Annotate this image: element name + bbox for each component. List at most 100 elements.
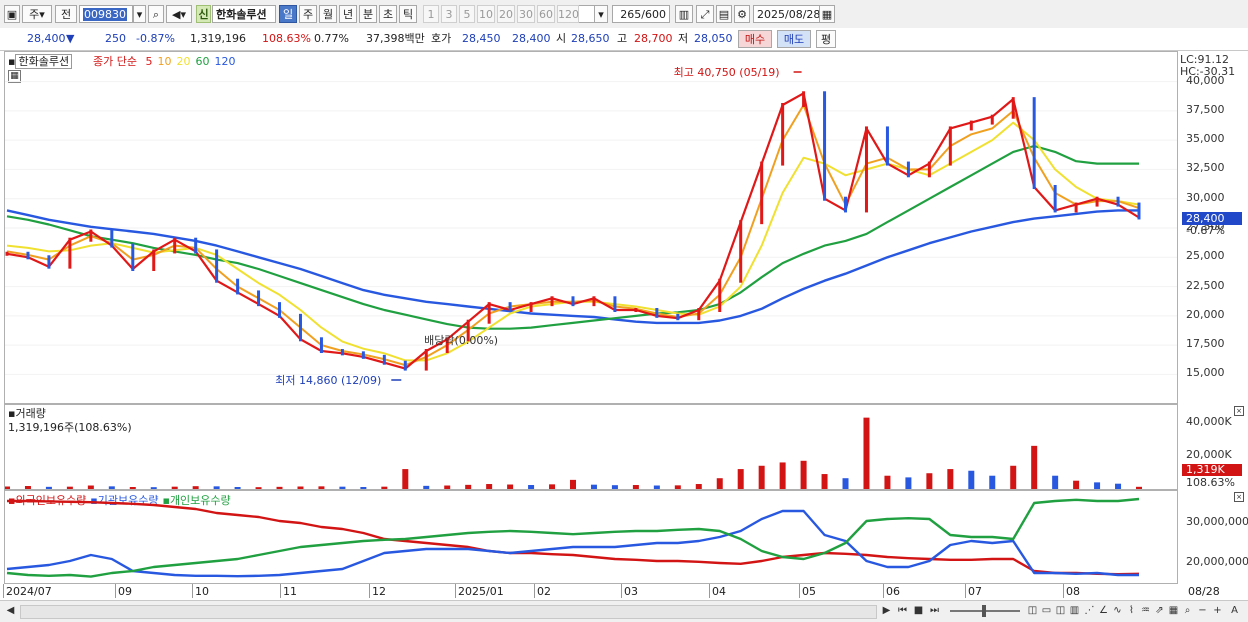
volume-bar xyxy=(1094,482,1101,489)
candle xyxy=(592,296,596,307)
interval-10-button[interactable]: 10 xyxy=(477,5,495,23)
candle xyxy=(571,296,575,307)
quote-bar: 28,400 ▼ 250 -0.87% 1,319,196 108.63% 0.… xyxy=(0,28,1248,51)
scroll-right-icon[interactable]: ▶ xyxy=(880,604,893,617)
sound-icon[interactable]: ◀▾ xyxy=(166,5,192,23)
square-icon[interactable]: ◫ xyxy=(1054,604,1067,617)
font-size-icon[interactable]: A xyxy=(1228,604,1241,617)
zoom-slider-handle[interactable] xyxy=(982,605,986,617)
period-5-button[interactable]: 초 xyxy=(379,5,397,23)
pane-close-icon-2[interactable]: × xyxy=(1234,492,1244,502)
last-change-tag: -0.87% xyxy=(1186,224,1225,237)
date-label: 11 xyxy=(283,585,297,598)
holdings-pane[interactable]: ▪외국인보유수량 ▪기관보유수량 ▪개인보유수량 xyxy=(4,490,1178,584)
price-pane[interactable]: ▪ 한화솔루션 종가 단순 5 10 20 60 120 ▦ 최고 40,750 (05/… xyxy=(4,51,1178,404)
candle xyxy=(257,290,261,307)
volume-value: 1,319,196 xyxy=(190,32,246,45)
price-tick: 40,000 xyxy=(1186,73,1225,87)
candle xyxy=(1053,185,1057,213)
period-2-button[interactable]: 월 xyxy=(319,5,337,23)
period-0-button[interactable]: 일 xyxy=(279,5,297,23)
zigzag-icon[interactable]: ⌇ xyxy=(1125,604,1138,617)
interval-5-button[interactable]: 5 xyxy=(459,5,475,23)
grid-icon[interactable]: ▦ xyxy=(1167,604,1180,617)
scrollbar-track[interactable] xyxy=(20,605,877,619)
price-tick: 17,500 xyxy=(1186,337,1225,351)
candle xyxy=(948,126,952,166)
save-icon[interactable]: ▤ xyxy=(716,5,732,23)
period-1-button[interactable]: 주 xyxy=(299,5,317,23)
min-price-annotation: 최저 14,860 (12/09) xyxy=(275,374,381,387)
interval-3-button[interactable]: 3 xyxy=(441,5,457,23)
candle xyxy=(173,237,177,254)
average-button[interactable]: 평 xyxy=(816,30,836,48)
candle xyxy=(194,237,198,254)
chart-menu-icon[interactable]: ▣ xyxy=(4,5,20,23)
volume-bar xyxy=(339,486,346,489)
calendar-icon[interactable]: ▦ xyxy=(819,5,835,23)
volume-tick: 40,000K xyxy=(1186,414,1232,428)
magnify-icon[interactable]: ⌕ xyxy=(1181,604,1194,617)
box-icon[interactable]: ▭ xyxy=(1040,604,1053,617)
fib-icon[interactable]: ▥ xyxy=(1068,604,1081,617)
date-label: 05 xyxy=(802,585,816,598)
range-dropdown-icon[interactable]: ▾ xyxy=(594,5,608,23)
interval-1-button[interactable]: 1 xyxy=(423,5,439,23)
stock-code-input[interactable]: 009830 xyxy=(79,5,133,23)
price-tick: 20,000 xyxy=(1186,307,1225,321)
arrow-tool-icon[interactable]: ⇗ xyxy=(1153,604,1166,617)
zoom-in-icon[interactable]: + xyxy=(1211,604,1224,617)
volume-bar xyxy=(297,486,304,489)
interval-120-button[interactable]: 120 xyxy=(557,5,579,23)
scroll-left-icon[interactable]: ◀ xyxy=(4,604,17,617)
volume-bar xyxy=(821,474,828,489)
wave-icon[interactable]: ∿ xyxy=(1111,604,1124,617)
volume-bar xyxy=(360,487,367,489)
sell-button[interactable]: 매도 xyxy=(777,30,811,48)
zoom-out-icon[interactable]: − xyxy=(1196,604,1209,617)
prev-button[interactable]: 전 xyxy=(55,5,77,23)
date-tick xyxy=(883,584,884,598)
volume-bar xyxy=(192,486,199,489)
candle-type-icon[interactable]: ▥ xyxy=(675,5,693,23)
code-dropdown-icon[interactable]: ▾ xyxy=(133,5,146,23)
pane-close-icon[interactable]: × xyxy=(1234,406,1244,416)
interval-20-button[interactable]: 20 xyxy=(497,5,515,23)
interval-30-button[interactable]: 30 xyxy=(517,5,535,23)
search-icon[interactable]: ⌕ xyxy=(148,5,164,23)
volume-pane[interactable]: ▪거래량 1,319,196주(108.63%) xyxy=(4,404,1178,490)
date-tick xyxy=(115,584,116,598)
volume-bar xyxy=(800,460,807,489)
crosshair-icon[interactable]: ◫ xyxy=(1026,604,1039,617)
interval-60-button[interactable]: 60 xyxy=(537,5,555,23)
angle-icon[interactable]: ∠ xyxy=(1097,604,1110,617)
date-tick xyxy=(1063,584,1064,598)
settings-icon[interactable]: ⚙ xyxy=(734,5,750,23)
down-arrow-icon: ▼ xyxy=(66,32,75,45)
stop-icon[interactable]: ■ xyxy=(912,604,925,617)
candle xyxy=(26,251,30,260)
change-value: 250 xyxy=(105,32,126,45)
pattern-icon[interactable]: ♒ xyxy=(1139,604,1152,617)
buy-button[interactable]: 매수 xyxy=(738,30,772,48)
date-label: 12 xyxy=(372,585,386,598)
volume-tick: 20,000K xyxy=(1186,447,1232,461)
date-label: 02 xyxy=(537,585,551,598)
stock-name-field[interactable]: 한화솔루션 xyxy=(212,5,276,23)
last-page-icon[interactable]: ⏭ xyxy=(928,604,941,617)
volume-bar xyxy=(465,484,472,489)
new-stock-badge[interactable]: 신 xyxy=(196,5,211,23)
period-unit-select[interactable]: 주▾ xyxy=(22,5,52,23)
trend-icon[interactable]: ⋰ xyxy=(1083,604,1096,617)
period-4-button[interactable]: 분 xyxy=(359,5,377,23)
volume-bar xyxy=(318,486,325,489)
candle xyxy=(823,91,827,201)
bid-price-1: 28,450 xyxy=(462,32,501,45)
first-page-icon[interactable]: ⏮ xyxy=(896,604,909,617)
date-label: 2024/07 xyxy=(6,585,52,598)
draw-tool-icon[interactable]: ⤢ xyxy=(696,5,714,23)
period-3-button[interactable]: 년 xyxy=(339,5,357,23)
data-count-field[interactable]: 265/600 xyxy=(612,5,670,23)
volume-bar xyxy=(423,485,430,489)
period-6-button[interactable]: 틱 xyxy=(399,5,417,23)
